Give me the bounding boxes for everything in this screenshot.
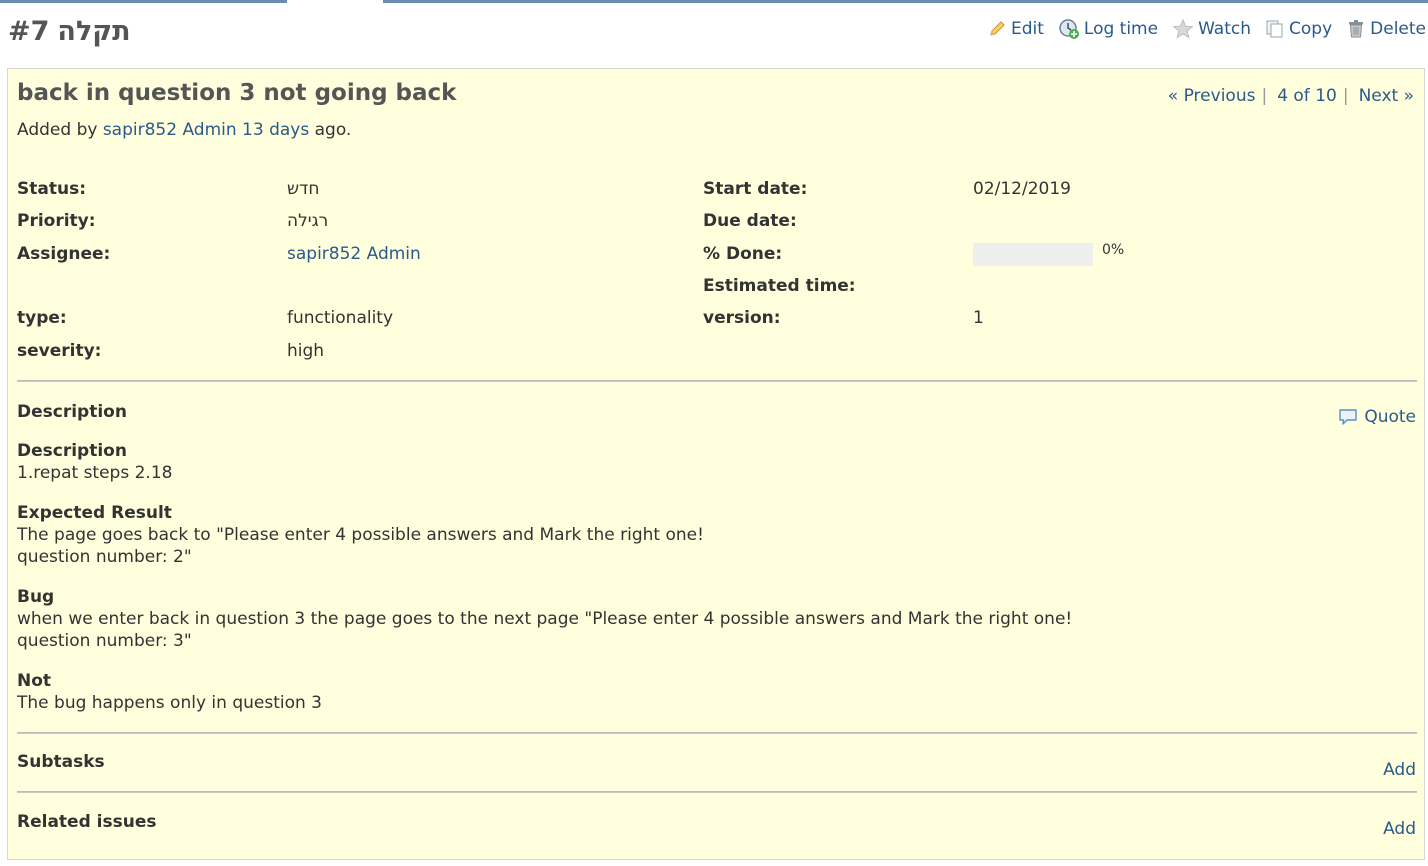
log-time-label: Log time — [1083, 19, 1159, 39]
related-issues-heading: Related issues — [17, 812, 157, 832]
done-label: % Done: — [703, 244, 783, 264]
type-value: functionality — [287, 308, 394, 328]
edit-label: Edit — [1010, 19, 1044, 39]
block-heading: Not — [17, 671, 52, 691]
divider — [17, 732, 1417, 734]
ago-text: ago. — [314, 120, 352, 140]
description-block: Description 1.repat steps 2.18 — [17, 440, 1397, 484]
issue-author-line: Added by sapir852 Admin 13 days ago. — [17, 120, 351, 140]
delete-label: Delete — [1370, 19, 1426, 39]
issue-position-link[interactable]: 4 of 10 — [1277, 86, 1337, 106]
expected-result-block: Expected Result The page goes back to "P… — [17, 502, 1397, 568]
assignee-label: Assignee: — [17, 244, 111, 264]
bug-block: Bug when we enter back in question 3 the… — [17, 586, 1397, 652]
assignee-link[interactable]: sapir852 Admin — [287, 244, 421, 264]
block-text: The page goes back to "Please enter 4 po… — [17, 525, 704, 567]
priority-label: Priority: — [17, 211, 96, 231]
issue-pager: « Previous | 4 of 10 | Next » — [1168, 86, 1414, 106]
pager-separator: | — [1261, 86, 1268, 106]
version-label: version: — [703, 308, 781, 328]
block-heading: Bug — [17, 587, 55, 607]
copy-button[interactable]: Copy — [1265, 19, 1332, 39]
edit-button[interactable]: Edit — [987, 19, 1044, 39]
quote-label: Quote — [1364, 407, 1416, 427]
severity-value: high — [287, 341, 325, 361]
start-date-value: 02/12/2019 — [973, 179, 1071, 199]
block-heading: Description — [17, 441, 127, 461]
priority-value: רגילה — [287, 211, 329, 231]
next-issue-link[interactable]: Next » — [1359, 86, 1414, 106]
active-tab-gap — [287, 0, 383, 3]
start-date-label: Start date: — [703, 179, 808, 199]
watch-button[interactable]: Watch — [1172, 19, 1251, 39]
estimated-time-label: Estimated time: — [703, 276, 856, 296]
block-text: The bug happens only in question 3 — [17, 693, 322, 713]
severity-label: severity: — [17, 341, 102, 361]
divider — [17, 791, 1417, 793]
done-progress-bar — [973, 243, 1093, 266]
issue-age-link[interactable]: 13 days — [242, 120, 309, 140]
issue-actions: Edit Log time Watch Copy Delete — [973, 18, 1426, 40]
type-label: type: — [17, 308, 67, 328]
quote-button[interactable]: Quote — [1338, 407, 1416, 427]
block-text: when we enter back in question 3 the pag… — [17, 609, 1073, 651]
status-label: Status: — [17, 179, 86, 199]
added-by-prefix: Added by — [17, 120, 98, 140]
clock-add-icon — [1059, 19, 1079, 39]
version-value: 1 — [973, 308, 984, 328]
issue-panel: back in question 3 not going back « Prev… — [7, 68, 1425, 860]
pencil-icon — [990, 21, 1005, 36]
divider — [17, 380, 1417, 382]
log-time-button[interactable]: Log time — [1058, 18, 1158, 40]
due-date-label: Due date: — [703, 211, 797, 231]
issue-number: #7 — [8, 16, 50, 47]
note-block: Not The bug happens only in question 3 — [17, 670, 1397, 714]
block-text: 1.repat steps 2.18 — [17, 463, 173, 483]
watch-label: Watch — [1198, 19, 1252, 39]
top-tab-bar — [0, 0, 1428, 3]
star-icon — [1172, 19, 1194, 39]
status-value: חדש — [287, 179, 320, 199]
delete-button[interactable]: Delete — [1346, 19, 1426, 39]
block-heading: Expected Result — [17, 503, 172, 523]
description-heading: Description — [17, 402, 127, 422]
add-subtask-link[interactable]: Add — [1383, 760, 1416, 780]
author-link[interactable]: sapir852 Admin — [103, 120, 237, 140]
copy-label: Copy — [1289, 19, 1333, 39]
tracker-name: תקלה — [57, 16, 131, 47]
previous-issue-link[interactable]: « Previous — [1168, 86, 1256, 106]
subtasks-heading: Subtasks — [17, 752, 105, 772]
description-body: Description 1.repat steps 2.18 Expected … — [17, 440, 1397, 732]
copy-icon — [1266, 20, 1283, 38]
pager-separator: | — [1342, 86, 1349, 106]
issue-subject: back in question 3 not going back — [17, 80, 457, 106]
speech-bubble-icon — [1339, 409, 1358, 425]
done-percent-text: 0% — [1102, 242, 1125, 258]
trash-icon — [1349, 20, 1364, 38]
page-title: #7 תקלה — [8, 16, 131, 47]
add-related-issue-link[interactable]: Add — [1383, 819, 1416, 839]
